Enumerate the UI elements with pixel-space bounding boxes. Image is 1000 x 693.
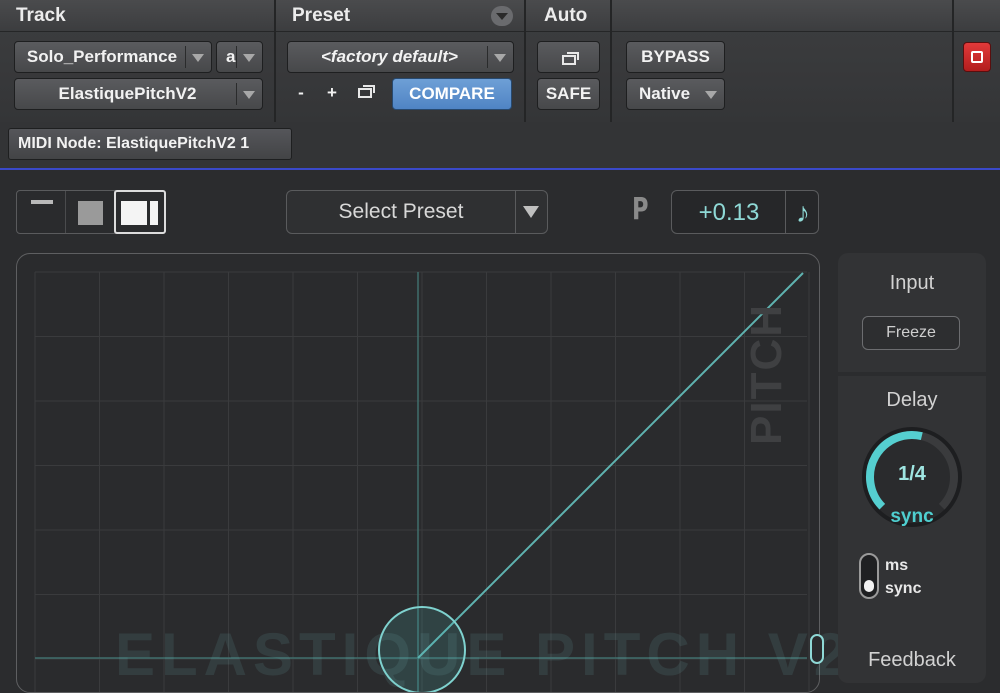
preset-menu-icon[interactable] (491, 6, 513, 26)
safe-button[interactable]: SAFE (537, 78, 600, 110)
native-selector[interactable]: Native (626, 78, 725, 110)
compare-button[interactable]: COMPARE (392, 78, 512, 110)
column-divider (952, 0, 954, 122)
view-large-icon-side (150, 201, 158, 225)
view-medium-icon (78, 201, 103, 225)
freeze-button[interactable]: Freeze (862, 316, 960, 350)
track-column-title: Track (0, 0, 274, 32)
preset-selector[interactable]: <factory default> (287, 41, 514, 73)
header-title-spacer (612, 0, 952, 32)
header-title-spacer-right (954, 0, 1000, 32)
auto-column-title: Auto (526, 0, 612, 32)
plugin-selector[interactable]: ElastiquePitchV2 (14, 78, 263, 110)
delay-mode-label: sync (890, 506, 934, 527)
dropdown-divider (515, 191, 516, 233)
view-small-icon (31, 200, 53, 204)
field-divider (785, 191, 786, 233)
panel-divider (838, 372, 986, 376)
vertical-scroll-handle[interactable] (810, 634, 824, 664)
plugin-power-button[interactable] (963, 42, 991, 72)
select-preset-label: Select Preset (338, 200, 464, 223)
delay-value: 1/4 (898, 463, 926, 485)
view-large-button[interactable] (114, 190, 166, 234)
power-icon (971, 51, 983, 63)
automation-window-button[interactable] (537, 41, 600, 73)
pitch-mode-label[interactable]: P (632, 192, 649, 227)
input-section-title: Input (889, 272, 935, 294)
column-divider (524, 0, 526, 122)
logo-watermark: ELASTIQUE PITCH V2 (115, 621, 854, 688)
channel-selector[interactable]: a (216, 41, 263, 73)
toggle-sync-label: sync (885, 580, 922, 597)
toggle-thumb[interactable] (864, 580, 874, 592)
pitch-value[interactable]: +0.13 (672, 191, 786, 233)
pitch-watermark: PITCH (742, 303, 791, 445)
ms-sync-toggle[interactable] (859, 553, 879, 599)
view-medium-button[interactable] (66, 191, 115, 233)
preset-column-title: Preset (276, 0, 524, 32)
column-divider (274, 0, 276, 122)
librarian-window-icon[interactable] (358, 85, 375, 98)
midi-node-selector[interactable]: MIDI Node: ElastiquePitchV2 1 (8, 128, 292, 160)
track-selector[interactable]: Solo_Performance (14, 41, 212, 73)
view-small-button[interactable] (17, 191, 66, 233)
column-divider (610, 0, 612, 122)
delay-section-title: Delay (886, 389, 938, 411)
plugin-window-header: Track Preset Auto Solo_Performance a Ela… (0, 0, 1000, 122)
view-large-icon (121, 201, 147, 225)
feedback-section-title: Feedback (868, 649, 956, 671)
previous-preset-button[interactable]: - (289, 78, 313, 110)
bypass-button[interactable]: BYPASS (626, 41, 725, 73)
select-preset-dropdown[interactable]: Select Preset (286, 190, 548, 234)
next-preset-button[interactable]: + (320, 78, 344, 110)
automation-window-icon (562, 52, 579, 65)
toggle-ms-label: ms (885, 557, 909, 574)
view-size-selector (16, 190, 166, 234)
note-icon[interactable]: ♪ (788, 193, 818, 233)
chevron-down-icon (523, 206, 539, 218)
pitch-value-field[interactable]: +0.13 ♪ (671, 190, 819, 234)
